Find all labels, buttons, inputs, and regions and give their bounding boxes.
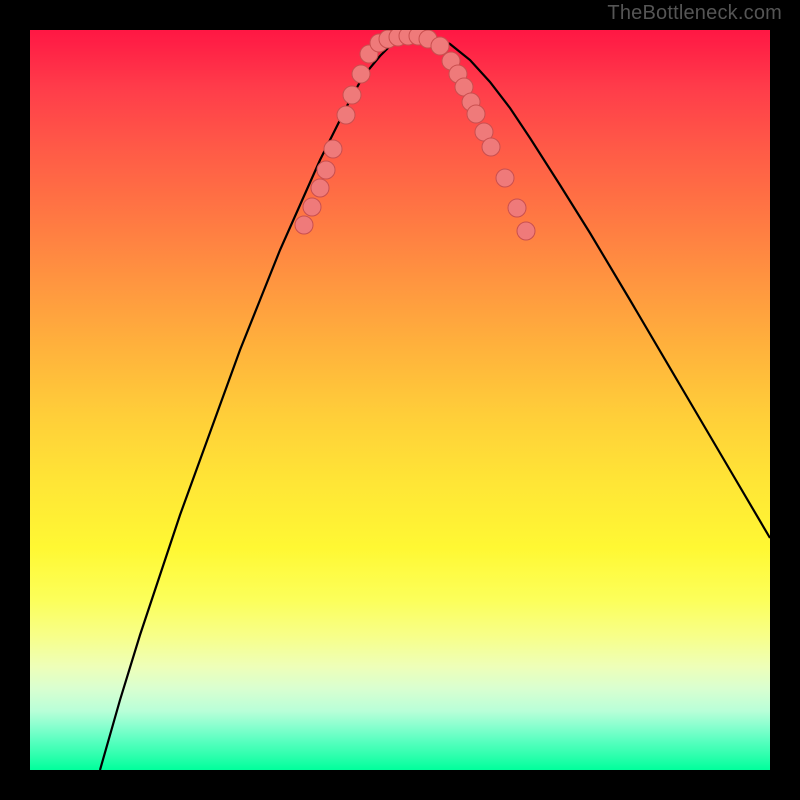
data-dot [317,161,335,179]
data-dots [295,30,535,240]
plot-area [30,30,770,770]
bottleneck-curve [100,35,770,770]
data-dot [508,199,526,217]
data-dot [324,140,342,158]
data-dot [352,65,370,83]
data-dot [303,198,321,216]
watermark-text: TheBottleneck.com [607,2,782,25]
data-dot [311,179,329,197]
data-dot [337,106,355,124]
data-dot [343,86,361,104]
data-dot [482,138,500,156]
chart-frame: TheBottleneck.com [0,0,800,800]
data-dot [431,37,449,55]
data-dot [467,105,485,123]
data-dot [496,169,514,187]
data-dot [517,222,535,240]
data-dot [295,216,313,234]
curve-layer [30,30,770,770]
